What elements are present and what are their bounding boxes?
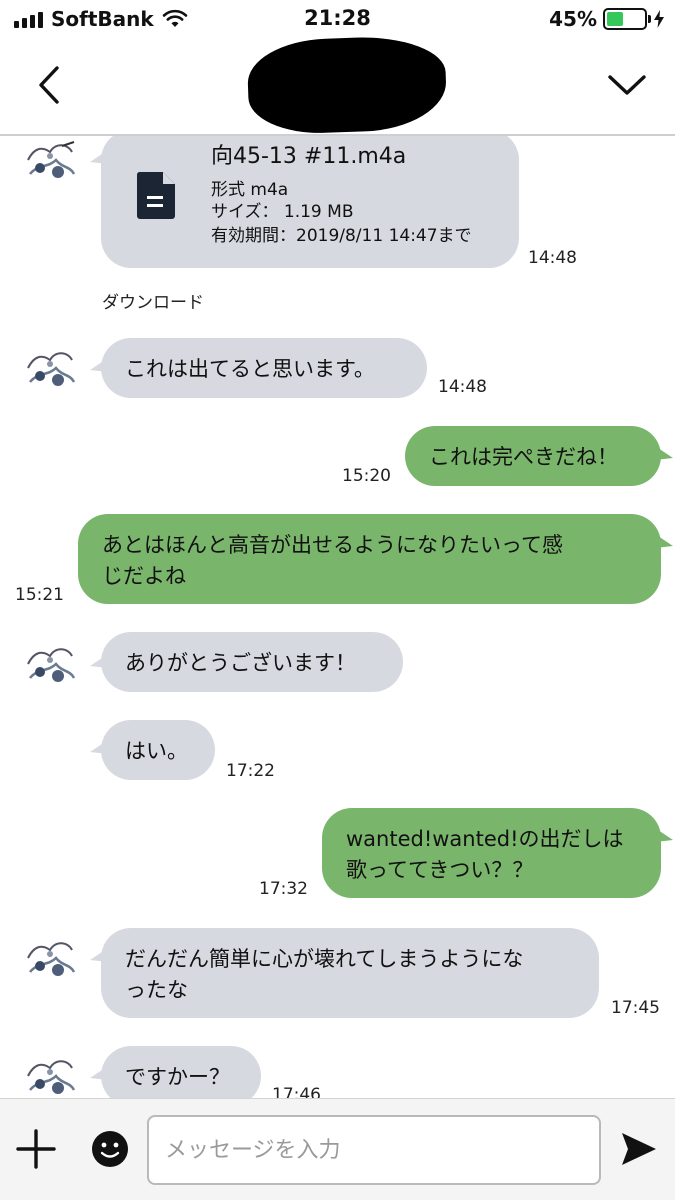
- menu-toggle-button[interactable]: [603, 60, 651, 110]
- message-list[interactable]: 向45-13 #11.m4a 形式 m4a サイズ： 1.19 MB 有効期間：…: [0, 136, 675, 1098]
- file-message-bubble[interactable]: 向45-13 #11.m4a 形式 m4a サイズ： 1.19 MB 有効期間：…: [101, 136, 519, 268]
- bubble-tail: [655, 534, 673, 548]
- message-text: 歌っててきつい？？: [346, 858, 534, 882]
- message-time: 17:22: [226, 761, 275, 781]
- redacted-contact-name: [246, 34, 448, 136]
- send-icon[interactable]: [616, 1127, 660, 1171]
- message-time: 14:48: [438, 377, 487, 397]
- message-time: 17:46: [272, 1085, 321, 1098]
- avatar[interactable]: [22, 642, 78, 688]
- message-text: だんだん簡単に心が壊れてしまうようにな: [125, 947, 524, 971]
- message-time: 15:21: [15, 585, 64, 605]
- message-time: 15:20: [342, 466, 391, 486]
- message-text: ありがとうございます！: [125, 651, 356, 675]
- file-format: 形式 m4a: [211, 180, 289, 200]
- chat-header: [0, 34, 675, 136]
- message-text: あとはほんと高音が出せるようになりたいって感: [102, 533, 563, 557]
- message-text: これは出てると思います。: [125, 357, 375, 381]
- file-expiry: 有効期間：2019/8/11 14:47まで: [211, 226, 472, 246]
- avatar-image-icon: [27, 648, 76, 682]
- message-text: これは完ぺきだね！: [429, 445, 618, 469]
- back-button[interactable]: [30, 60, 70, 110]
- download-link[interactable]: ダウンロード: [102, 288, 204, 313]
- avatar-image-icon: [27, 352, 76, 386]
- message-text: ったな: [125, 978, 188, 1002]
- battery-icon: [603, 8, 651, 30]
- incoming-message-bubble[interactable]: ですかー？: [101, 1046, 261, 1098]
- charging-bolt-icon: [654, 10, 664, 28]
- plus-icon[interactable]: [14, 1127, 58, 1171]
- avatar-image-icon: [27, 942, 76, 976]
- message-text: wanted!wanted!の出だしは: [346, 827, 624, 851]
- status-bar: SoftBank 21:28 45%: [0, 0, 675, 38]
- avatar[interactable]: [22, 936, 78, 982]
- avatar[interactable]: [22, 138, 78, 184]
- incoming-message-bubble[interactable]: ありがとうございます！: [101, 632, 403, 692]
- avatar-image-icon: [27, 1060, 76, 1094]
- incoming-message-bubble[interactable]: はい。: [101, 720, 215, 780]
- message-time: 14:48: [528, 248, 577, 268]
- message-time: 17:45: [611, 998, 660, 1018]
- emoji-icon[interactable]: [90, 1129, 130, 1169]
- chevron-down-icon: [608, 75, 646, 95]
- message-text: ですかー？: [125, 1065, 230, 1089]
- bubble-tail: [655, 828, 673, 842]
- composer-bar: [0, 1098, 675, 1200]
- outgoing-message-bubble[interactable]: あとはほんと高音が出せるようになりたいって感 じだよね: [78, 514, 661, 604]
- incoming-message-bubble[interactable]: これは出てると思います。: [101, 338, 427, 398]
- outgoing-message-bubble[interactable]: wanted!wanted!の出だしは 歌っててきつい？？: [322, 808, 661, 898]
- battery-percent: 45%: [549, 7, 597, 31]
- file-size: サイズ： 1.19 MB: [211, 202, 354, 222]
- outgoing-message-bubble[interactable]: これは完ぺきだね！: [405, 426, 661, 486]
- avatar-image-icon: [27, 141, 76, 178]
- message-text: じだよね: [102, 564, 186, 588]
- file-name: 向45-13 #11.m4a: [211, 144, 407, 169]
- message-time: 17:32: [259, 879, 308, 899]
- message-input[interactable]: [147, 1115, 601, 1185]
- document-icon: [136, 172, 175, 219]
- incoming-message-bubble[interactable]: だんだん簡単に心が壊れてしまうようにな ったな: [101, 928, 599, 1018]
- bubble-tail: [655, 446, 673, 460]
- chevron-left-icon: [39, 66, 59, 104]
- message-text: はい。: [125, 739, 188, 763]
- avatar[interactable]: [22, 1054, 78, 1098]
- avatar[interactable]: [22, 346, 78, 392]
